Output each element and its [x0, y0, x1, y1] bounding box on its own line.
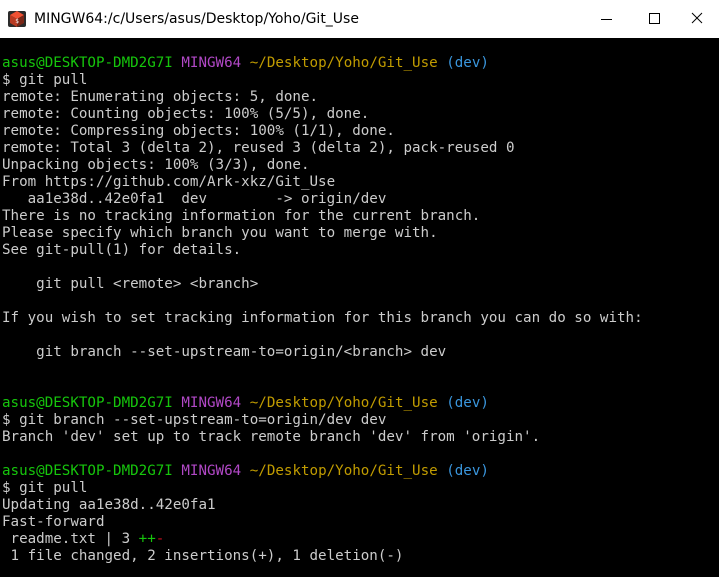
output-line: remote: Counting objects: 100% (5/5), do… — [2, 106, 370, 122]
diffstat-deletions: - — [155, 531, 165, 547]
output-line: Updating aa1e38d..42e0fa1 — [2, 497, 216, 513]
close-icon — [691, 12, 703, 24]
output-line: git branch --set-upstream-to=origin/<bra… — [2, 344, 447, 360]
output-line: Unpacking objects: 100% (3/3), done. — [2, 157, 310, 173]
output-line: There is no tracking information for the… — [2, 208, 481, 224]
prompt-env: MINGW64 — [181, 55, 242, 71]
output-line: If you wish to set tracking information … — [2, 310, 643, 326]
prompt-env: MINGW64 — [181, 463, 242, 479]
maximize-button[interactable] — [629, 0, 675, 38]
output-line: Fast-forward — [2, 514, 105, 530]
prompt-line: asus@DESKTOP-DMD2G7I MINGW64 ~/Desktop/Y… — [2, 463, 489, 480]
svg-text:$: $ — [15, 18, 19, 25]
prompt-branch: (dev) — [446, 55, 489, 71]
terminal-window: $ MINGW64:/c/Users/asus/Desktop/Yoho/Git… — [0, 0, 719, 577]
output-line: aa1e38d..42e0fa1 dev -> origin/dev — [2, 191, 387, 207]
command-line: $ git pull — [2, 480, 88, 496]
window-title: MINGW64:/c/Users/asus/Desktop/Yoho/Git_U… — [34, 11, 359, 27]
diffstat-insertions: ++ — [138, 531, 156, 547]
prompt-path: ~/Desktop/Yoho/Git_Use — [249, 395, 438, 411]
output-line: remote: Total 3 (delta 2), reused 3 (del… — [2, 140, 515, 156]
prompt-branch: (dev) — [446, 463, 489, 479]
prompt-user-host: asus@DESKTOP-DMD2G7I — [2, 55, 173, 71]
minimize-button[interactable] — [583, 0, 629, 38]
summary-line: 1 file changed, 2 insertions(+), 1 delet… — [2, 548, 404, 564]
title-bar[interactable]: $ MINGW64:/c/Users/asus/Desktop/Yoho/Git… — [0, 0, 719, 38]
output-line: Branch 'dev' set up to track remote bran… — [2, 429, 541, 445]
maximize-icon — [649, 13, 660, 24]
git-bash-icon[interactable]: $ — [7, 9, 27, 29]
prompt-env: MINGW64 — [181, 395, 242, 411]
prompt-line: asus@DESKTOP-DMD2G7I MINGW64 ~/Desktop/Y… — [2, 395, 489, 412]
output-line: Please specify which branch you want to … — [2, 225, 438, 241]
prompt-user-host: asus@DESKTOP-DMD2G7I — [2, 395, 173, 411]
prompt-branch: (dev) — [446, 395, 489, 411]
output-line: remote: Enumerating objects: 5, done. — [2, 89, 319, 105]
command-line: $ git branch --set-upstream-to=origin/de… — [2, 412, 387, 428]
output-line: git pull <remote> <branch> — [2, 276, 259, 292]
output-line: See git-pull(1) for details. — [2, 242, 242, 258]
diffstat-file: readme.txt | 3 — [2, 531, 139, 547]
prompt-path: ~/Desktop/Yoho/Git_Use — [249, 55, 438, 71]
minimize-icon — [601, 19, 612, 20]
close-button[interactable] — [675, 0, 719, 38]
command-line: $ git pull — [2, 72, 88, 88]
prompt-line: asus@DESKTOP-DMD2G7I MINGW64 ~/Desktop/Y… — [2, 55, 489, 72]
terminal-output[interactable]: asus@DESKTOP-DMD2G7I MINGW64 ~/Desktop/Y… — [0, 38, 719, 577]
prompt-user-host: asus@DESKTOP-DMD2G7I — [2, 463, 173, 479]
output-line: remote: Compressing objects: 100% (1/1),… — [2, 123, 395, 139]
diffstat-line: readme.txt | 3 ++- — [2, 531, 165, 548]
output-line: From https://github.com/Ark-xkz/Git_Use — [2, 174, 336, 190]
prompt-path: ~/Desktop/Yoho/Git_Use — [249, 463, 438, 479]
